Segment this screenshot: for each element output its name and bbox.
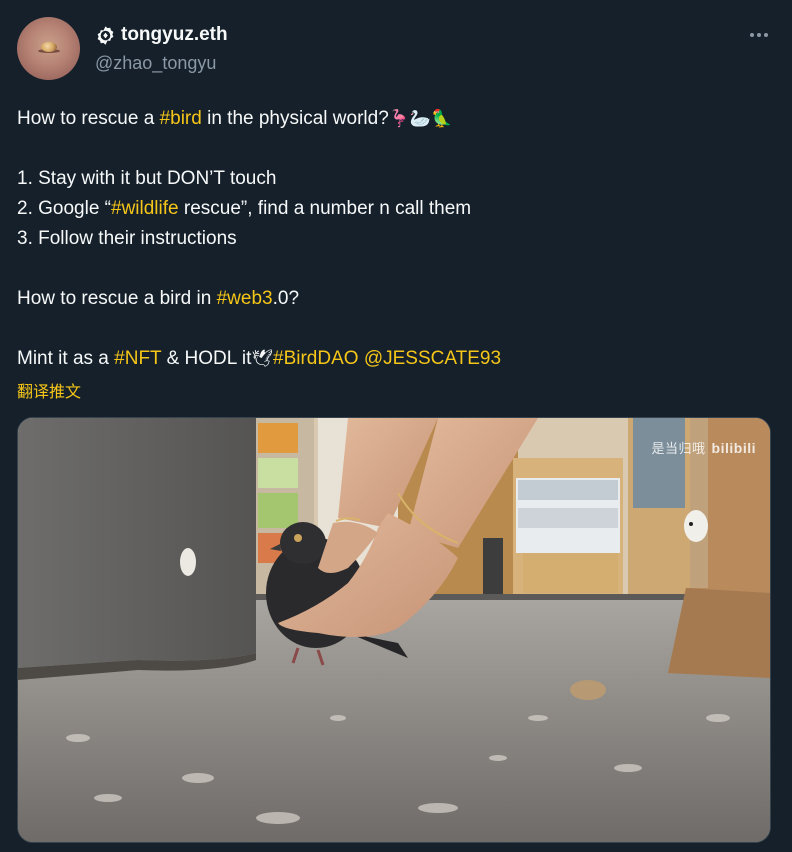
- tweet-text: in the physical world?: [201, 108, 389, 129]
- mention-jesscate93[interactable]: @JESSCATE93: [364, 348, 501, 369]
- video-frame-image: [18, 418, 770, 842]
- author-display-name[interactable]: tongyuz.eth: [121, 24, 228, 46]
- tweet-line-3: 2. Google “#wildlife rescue”, find a num…: [17, 197, 471, 221]
- more-dot: [750, 33, 754, 37]
- tweet-text: .0?: [272, 288, 300, 309]
- tweet-card: tongyuz.eth @zhao_tongyu How to rescue a…: [0, 0, 792, 852]
- bilibili-logo: bilibili: [711, 440, 756, 456]
- tweet-text: rescue”, find a number n call them: [178, 198, 472, 219]
- tweet-text: 2. Google “: [17, 198, 111, 219]
- dove-emoji: 🕊: [251, 349, 274, 368]
- tweet-line-2: 1. Stay with it but DON’T touch: [17, 168, 277, 189]
- hashtag-wildlife[interactable]: #wildlife: [111, 198, 179, 219]
- tweet-line-4: 3. Follow their instructions: [17, 228, 237, 249]
- author-handle[interactable]: @zhao_tongyu: [95, 53, 216, 74]
- more-dot: [764, 33, 768, 37]
- video-watermark: 是当归哦 bilibili: [652, 438, 756, 457]
- more-icon[interactable]: [747, 24, 771, 46]
- tweet-line-5: How to rescue a bird in #web3.0?: [17, 287, 299, 311]
- hashtag-web3[interactable]: #web3: [217, 288, 273, 309]
- tweet-media-video[interactable]: 是当归哦 bilibili: [17, 417, 771, 843]
- tweet-text: How to rescue a: [17, 108, 160, 129]
- more-dot: [757, 33, 761, 37]
- avatar-object: [41, 42, 57, 52]
- tweet-text: How to rescue a bird in: [17, 288, 217, 309]
- bird-emoji: 🦩🦢🦜: [388, 109, 453, 128]
- tweet-line-6: Mint it as a #NFT & HODL it🕊#BirdDAO @JE…: [17, 347, 501, 371]
- author-name-row: tongyuz.eth: [95, 24, 228, 46]
- translate-tweet-link[interactable]: 翻译推文: [17, 378, 81, 402]
- hashtag-nft[interactable]: #NFT: [114, 348, 161, 369]
- tweet-line-1: How to rescue a #bird in the physical wo…: [17, 107, 452, 131]
- tweet-text: Mint it as a: [17, 348, 115, 369]
- hashtag-bird[interactable]: #bird: [160, 108, 202, 129]
- watermark-channel-name: 是当归哦: [651, 441, 706, 456]
- verified-badge-icon: [97, 25, 114, 45]
- avatar[interactable]: [17, 17, 80, 80]
- tweet-text: & HODL it: [161, 348, 252, 369]
- hashtag-birddao[interactable]: #BirdDAO: [273, 348, 359, 369]
